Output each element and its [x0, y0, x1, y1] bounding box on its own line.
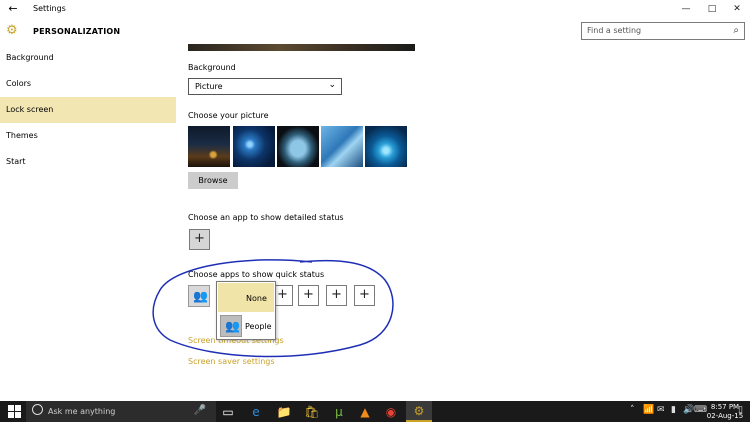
task-view-icon[interactable]: ▭ [220, 404, 236, 420]
dropdown-option-people[interactable]: 👥 [220, 315, 242, 337]
close-button[interactable]: ✕ [727, 1, 747, 17]
sidebar-item-background[interactable]: Background [0, 45, 176, 71]
vlc-icon[interactable]: ▲ [357, 404, 373, 420]
windows-start-icon[interactable] [8, 405, 22, 419]
maximize-button[interactable]: □ [702, 1, 722, 17]
sidebar-item-start[interactable]: Start [0, 149, 176, 175]
cortana-icon [32, 404, 43, 415]
sidebar-item-label: Background [6, 53, 54, 62]
add-quick-status-button[interactable]: + [298, 285, 319, 306]
section-title: PERSONALIZATION [33, 27, 121, 36]
store-icon[interactable]: 🛍 [304, 404, 320, 420]
utorrent-icon[interactable]: μ [331, 404, 347, 420]
search-icon[interactable]: ⌕ [733, 25, 739, 36]
browse-button[interactable]: Browse [188, 172, 238, 189]
background-label: Background [188, 63, 236, 72]
picture-thumbnail[interactable] [188, 126, 230, 167]
microphone-icon[interactable]: 🎤 [194, 405, 206, 416]
sidebar-item-label: Start [6, 157, 26, 166]
sidebar-item-label: Themes [6, 131, 38, 140]
detailed-status-label: Choose an app to show detailed status [188, 213, 344, 222]
background-select-value: Picture [195, 82, 223, 91]
notification-icon[interactable]: ✉ [657, 405, 665, 415]
gear-icon: ⚙ [6, 23, 18, 38]
action-center-icon[interactable]: ▯ [738, 405, 743, 415]
settings-taskbar-button[interactable]: ⚙ [406, 401, 432, 422]
search-input[interactable]: Find a setting ⌕ [581, 22, 745, 40]
window-title: Settings [33, 4, 66, 13]
sidebar-item-label: Lock screen [6, 105, 54, 114]
battery-icon[interactable]: ▮ [671, 405, 676, 415]
people-icon: 👥 [193, 289, 208, 303]
screen-saver-link[interactable]: Screen saver settings [188, 357, 275, 366]
quick-status-people-slot[interactable]: 👥 [188, 285, 210, 307]
choose-picture-label: Choose your picture [188, 111, 269, 120]
dropdown-option-label: People [245, 322, 272, 331]
add-detailed-status-button[interactable]: + [189, 229, 210, 250]
picture-thumbnail[interactable] [321, 126, 363, 167]
taskbar-search-placeholder: Ask me anything [48, 407, 116, 416]
sidebar-item-colors[interactable]: Colors [0, 71, 176, 97]
network-icon[interactable]: 📶 [643, 405, 654, 415]
people-icon: 👥 [225, 319, 240, 333]
settings-gear-icon: ⚙ [413, 404, 425, 418]
picture-thumbnail[interactable] [365, 126, 407, 167]
quick-status-dropdown: None 👥 People [216, 281, 276, 340]
minimize-button[interactable]: — [676, 1, 696, 17]
sidebar-item-lock-screen[interactable]: Lock screen [0, 97, 176, 123]
taskbar: Ask me anything 🎤 ▭ e 📁 🛍 μ ▲ ◉ ⚙ ˄ 📶 ✉ … [0, 401, 750, 422]
picture-thumbnail[interactable] [277, 126, 319, 167]
volume-icon[interactable]: 🔊 [683, 405, 694, 415]
add-quick-status-button[interactable]: + [326, 285, 347, 306]
background-select[interactable]: Picture ⌄ [188, 78, 342, 95]
chrome-icon[interactable]: ◉ [383, 404, 399, 420]
sidebar-item-label: Colors [6, 79, 32, 88]
sidebar-item-themes[interactable]: Themes [0, 123, 176, 149]
chevron-up-icon[interactable]: ˄ [630, 405, 635, 415]
picture-thumbnail[interactable] [233, 126, 275, 167]
chevron-down-icon: ⌄ [328, 80, 336, 90]
edge-icon[interactable]: e [248, 404, 264, 420]
title-bar: ← Settings — □ ✕ [0, 0, 750, 19]
dropdown-option-none[interactable]: None [218, 283, 274, 312]
dropdown-option-label: None [246, 294, 267, 303]
add-quick-status-button[interactable]: + [354, 285, 375, 306]
taskbar-search-box[interactable]: Ask me anything 🎤 [26, 401, 216, 422]
back-arrow-icon[interactable]: ← [6, 2, 20, 16]
lock-screen-preview [188, 44, 415, 51]
search-placeholder: Find a setting [587, 26, 642, 35]
file-explorer-icon[interactable]: 📁 [276, 404, 292, 420]
quick-status-label: Choose apps to show quick status [188, 270, 325, 279]
